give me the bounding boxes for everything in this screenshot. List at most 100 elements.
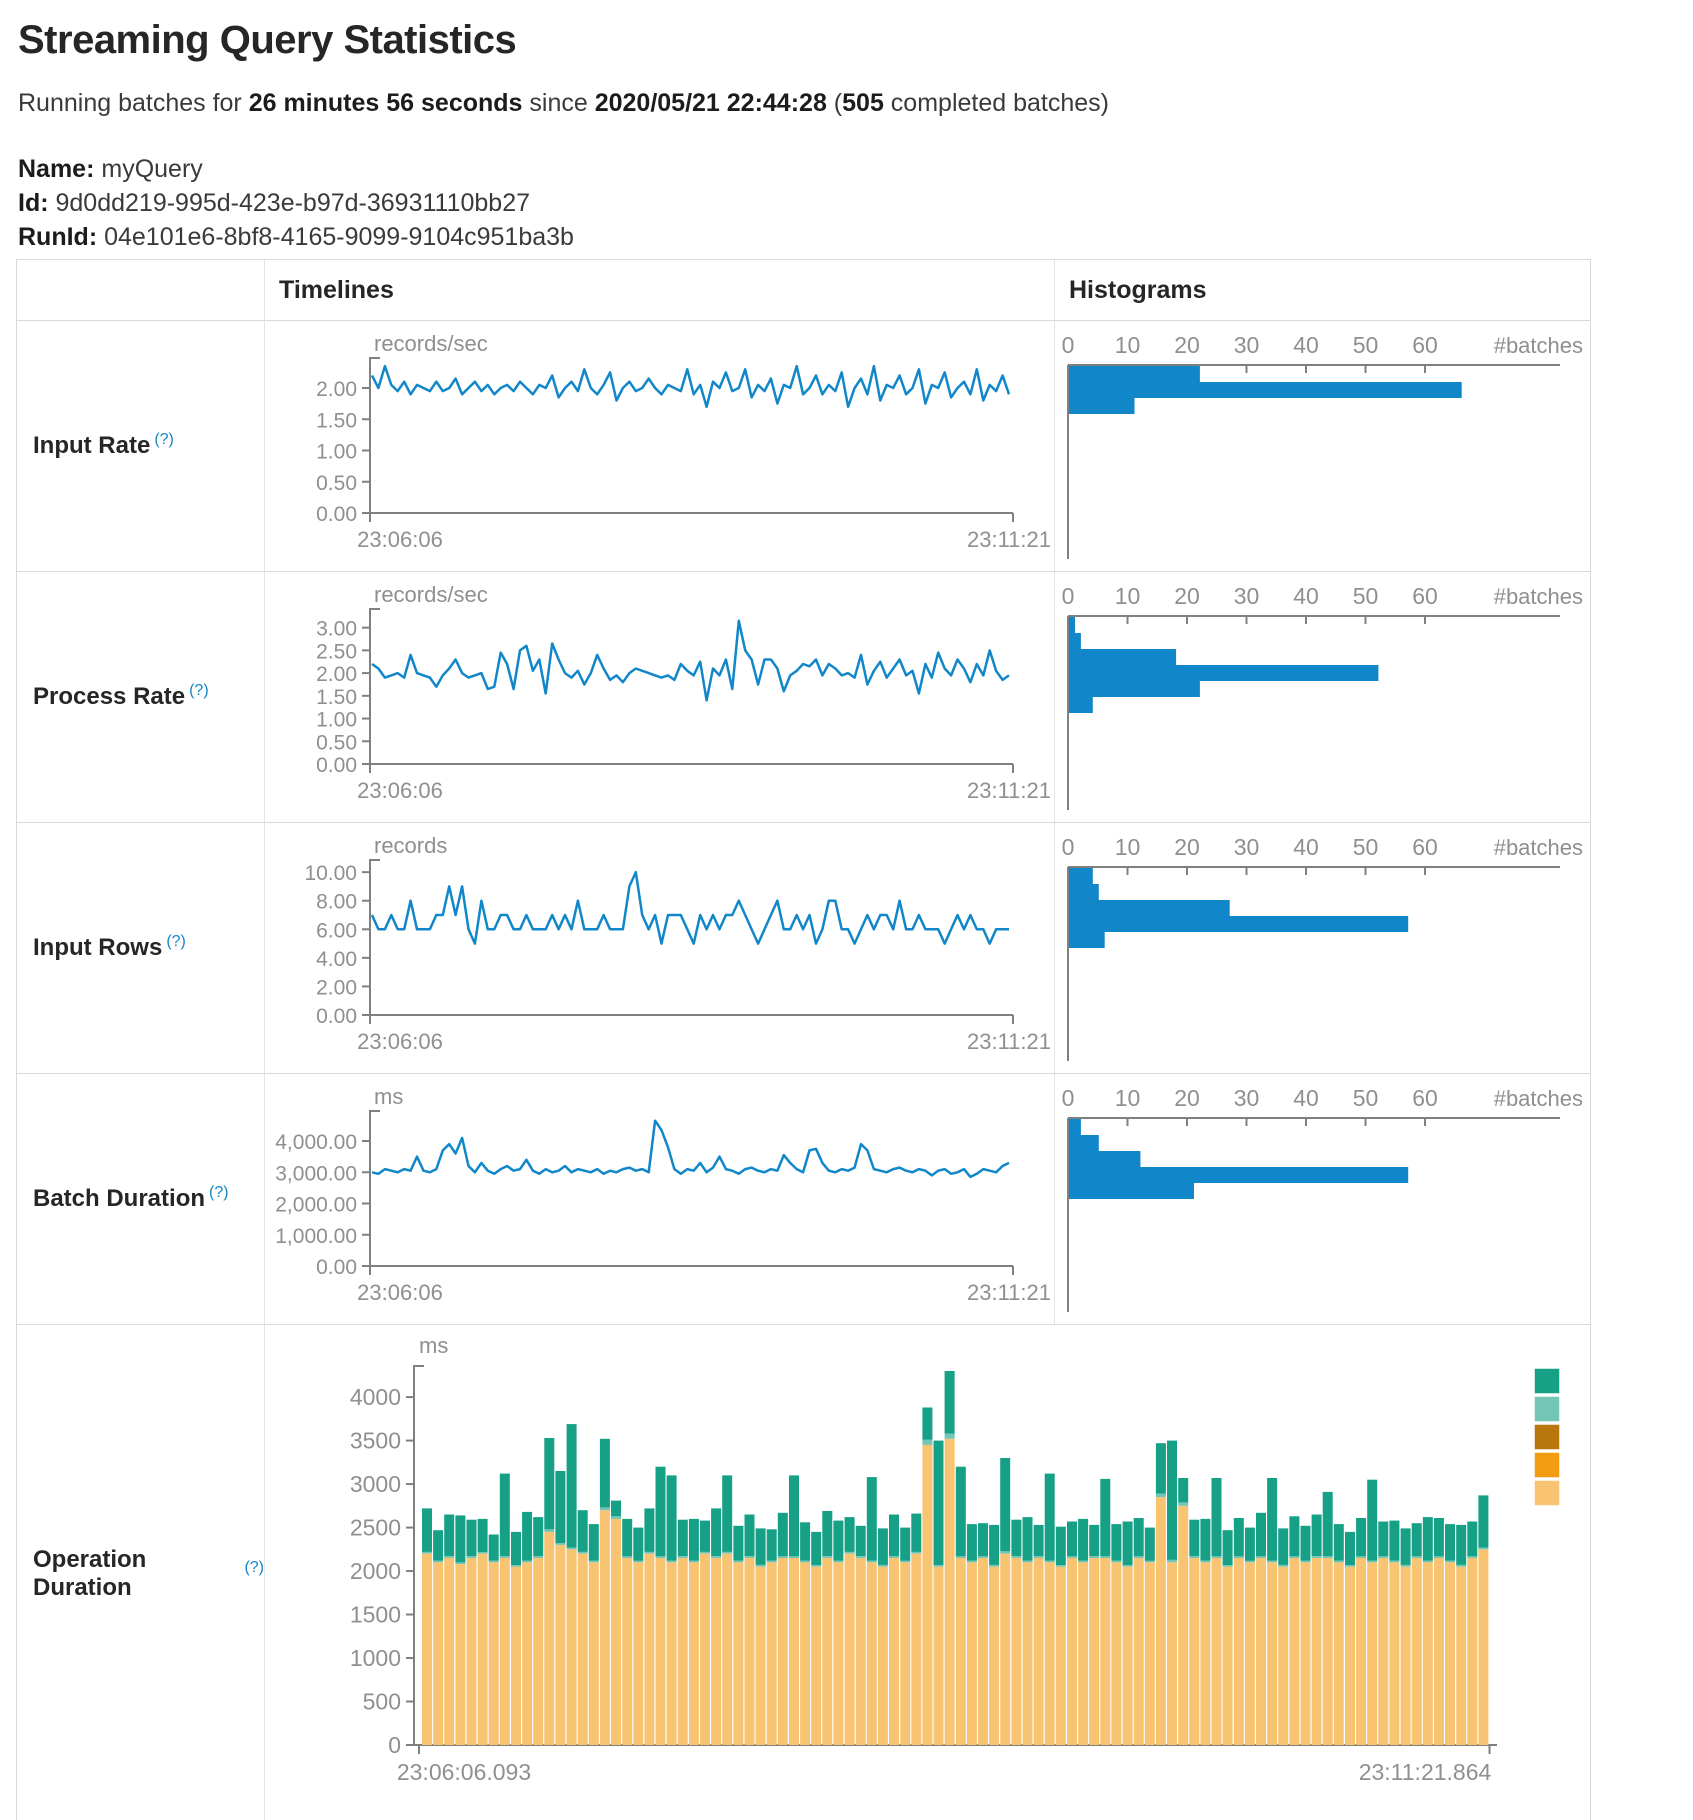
axis-text: 0 xyxy=(1062,332,1075,358)
stacked-bar-segment xyxy=(989,1565,999,1567)
metric-row-input-rows: Input Rows (?) records10.008.006.004.002… xyxy=(17,822,1590,1073)
Input Rate-line-series xyxy=(372,366,1009,407)
axis-text: 2,000.00 xyxy=(275,1194,357,1217)
stacked-bar-segment xyxy=(845,1517,855,1552)
axis-text: 0.00 xyxy=(316,754,357,777)
stacked-bar-segment xyxy=(1478,1548,1488,1550)
axis-text: 50 xyxy=(1353,332,1379,358)
stacked-bar-segment xyxy=(889,1558,899,1745)
stacked-bar-segment xyxy=(1301,1562,1311,1745)
histogram-bar xyxy=(1069,633,1081,649)
stacked-bar-segment xyxy=(1256,1558,1266,1745)
stacked-bar-segment xyxy=(544,1529,554,1532)
stacked-bar-segment xyxy=(667,1561,677,1563)
stacked-bar-segment xyxy=(956,1556,966,1558)
stacked-bar-segment xyxy=(856,1556,866,1558)
legend-swatch xyxy=(1534,1396,1560,1422)
axis-text: 2.00 xyxy=(316,976,357,999)
stacked-bar-segment xyxy=(1312,1515,1322,1557)
axis-text: 0 xyxy=(1062,583,1075,609)
stacked-bar-segment xyxy=(900,1528,910,1561)
stacked-bar-segment xyxy=(922,1408,932,1440)
stacked-bar-segment xyxy=(1178,1502,1188,1506)
stacked-bar-segment xyxy=(1267,1562,1277,1745)
stacked-bar-segment xyxy=(856,1526,866,1556)
header-empty-cell xyxy=(17,260,264,320)
batch-duration-histogram-chart: 0102030405060#batches xyxy=(1055,1074,1590,1324)
column-header-timelines: Timelines xyxy=(264,260,1054,320)
axis-text: 30 xyxy=(1234,834,1260,860)
process-rate-histogram: 0102030405060#batches xyxy=(1055,572,1591,822)
stacked-bar-segment xyxy=(644,1554,654,1745)
stacked-bar-segment xyxy=(656,1556,666,1558)
query-name-line: Name: myQuery xyxy=(18,152,1693,186)
input-rate-label-cell: Input Rate (?) xyxy=(17,321,264,571)
stacked-bar-segment xyxy=(489,1562,499,1745)
stacked-bar-segment xyxy=(444,1556,454,1558)
batch-duration-help-hint[interactable]: (?) xyxy=(209,1184,229,1202)
stacked-bar-segment xyxy=(1356,1518,1366,1556)
stacked-bar-segment xyxy=(1467,1522,1477,1557)
stacked-bar-segment xyxy=(489,1535,499,1561)
stacked-bar-segment xyxy=(678,1556,688,1558)
stacked-bar-segment xyxy=(555,1545,565,1745)
axis-text: 4000 xyxy=(350,1384,401,1410)
stacked-bar-segment xyxy=(1323,1558,1333,1745)
legend-swatch xyxy=(1534,1424,1560,1450)
axis-text: 23:11:21.864 xyxy=(1359,1759,1492,1785)
stacked-bar-segment xyxy=(1389,1521,1399,1561)
stacked-bar-segment xyxy=(778,1556,788,1558)
stacked-bar-segment xyxy=(1367,1561,1377,1563)
stacked-bar-segment xyxy=(945,1439,955,1745)
metric-row-input-rate: Input Rate (?) records/sec2.001.501.000.… xyxy=(17,320,1590,571)
stacked-bar-segment xyxy=(1056,1567,1066,1745)
input-rate-help-hint[interactable]: (?) xyxy=(154,431,174,449)
stacked-bar-segment xyxy=(1189,1520,1199,1557)
histogram-bar xyxy=(1069,1167,1408,1183)
process-rate-help-hint[interactable]: (?) xyxy=(189,682,209,700)
histogram-bar xyxy=(1069,665,1378,681)
name-value: myQuery xyxy=(101,155,202,183)
Input Rows-line-series xyxy=(372,872,1009,944)
stacked-bar-segment xyxy=(1223,1530,1233,1565)
operation-duration-help-hint[interactable]: (?) xyxy=(244,1559,264,1577)
stacked-bar-segment xyxy=(900,1561,910,1563)
stacked-bar-segment xyxy=(745,1515,755,1557)
runid-label: RunId: xyxy=(18,223,97,251)
stacked-bar-segment xyxy=(1289,1556,1299,1558)
stacked-bar-segment xyxy=(1412,1523,1422,1556)
stacked-bar-segment xyxy=(978,1556,988,1558)
stacked-bar-segment xyxy=(433,1530,443,1560)
stacked-bar-segment xyxy=(1134,1518,1144,1556)
stacked-bar-segment xyxy=(1345,1567,1355,1745)
query-runid-line: RunId: 04e101e6-8bf8-4165-9099-9104c951b… xyxy=(18,220,1693,254)
stacked-bar-segment xyxy=(1245,1528,1255,1561)
input-rows-histogram-chart: 0102030405060#batches xyxy=(1055,823,1590,1073)
stacked-bar-segment xyxy=(1456,1565,1466,1567)
stacked-bar-segment xyxy=(611,1519,621,1745)
stacked-bar-segment xyxy=(1134,1556,1144,1558)
histogram-bar xyxy=(1069,916,1408,932)
axis-text: 0 xyxy=(388,1732,401,1758)
input-rate-histogram-chart: 0102030405060#batches xyxy=(1055,321,1590,571)
stacked-bar-segment xyxy=(1145,1562,1155,1745)
batch-duration-histogram: 0102030405060#batches xyxy=(1055,1074,1591,1324)
axis-text: ms xyxy=(419,1333,448,1358)
stacked-bar-segment xyxy=(711,1558,721,1745)
stacked-bar-segment xyxy=(811,1565,821,1567)
stacked-bar-segment xyxy=(589,1562,599,1745)
stacked-bar-segment xyxy=(455,1564,465,1745)
stacked-bar-segment xyxy=(1111,1562,1121,1745)
input-rows-help-hint[interactable]: (?) xyxy=(166,933,186,951)
histogram-bar xyxy=(1069,366,1200,382)
stacked-bar-segment xyxy=(678,1558,688,1745)
summary-duration: 26 minutes 56 seconds xyxy=(249,89,523,117)
legend-swatch xyxy=(1534,1452,1560,1478)
stacked-bar-segment xyxy=(1389,1562,1399,1745)
stacked-bar-segment xyxy=(1189,1556,1199,1558)
stacked-bar-segment xyxy=(478,1519,488,1552)
stacked-bar-segment xyxy=(500,1556,510,1558)
stacked-bar-segment xyxy=(1223,1565,1233,1567)
summary-paren: ( xyxy=(827,89,842,117)
stacked-bar-segment xyxy=(1023,1517,1033,1561)
